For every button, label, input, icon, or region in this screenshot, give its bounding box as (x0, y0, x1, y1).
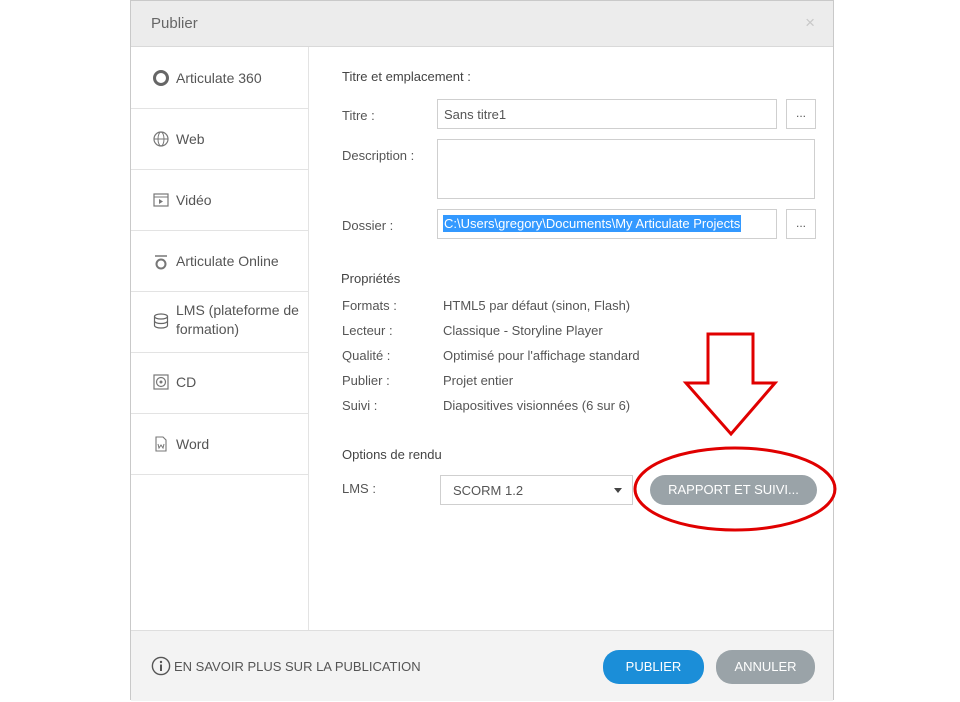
lms-select[interactable]: SCORM 1.2 (440, 475, 633, 505)
chevron-down-icon (614, 488, 622, 493)
sidebar-item-articulate-online[interactable]: Articulate Online (131, 231, 308, 292)
dialog-title: Publier (151, 15, 198, 32)
sidebar-item-articulate-360[interactable]: Articulate 360 (131, 47, 308, 109)
sidebar-item-web[interactable]: Web (131, 109, 308, 170)
formats-value[interactable]: HTML5 par défaut (sinon, Flash) (443, 298, 630, 313)
word-document-icon (155, 436, 167, 452)
sidebar-item-label: CD (176, 374, 197, 390)
title-input[interactable] (437, 99, 777, 129)
quality-label: Qualité : (342, 348, 391, 363)
info-icon (151, 656, 171, 676)
description-label: Description : (342, 148, 415, 163)
globe-icon (153, 131, 169, 147)
database-icon (153, 313, 169, 329)
report-tracking-button[interactable]: RAPPORT ET SUIVI... (650, 475, 817, 505)
title-location-heading: Titre et emplacement : (342, 69, 471, 84)
disc-icon (153, 374, 169, 390)
publish-scope-value[interactable]: Projet entier (443, 373, 513, 388)
articulate-360-icon (153, 70, 169, 86)
sidebar-item-cd[interactable]: CD (131, 353, 308, 414)
publish-target-sidebar: Articulate 360 Web Vidéo Articulate Onli… (131, 47, 309, 630)
properties-heading: Propriétés (341, 271, 401, 286)
articulate-online-icon (155, 255, 167, 270)
title-browse-button[interactable]: ... (786, 99, 816, 129)
cancel-button[interactable]: ANNULER (716, 650, 815, 684)
folder-input[interactable]: C:\Users\gregory\Documents\My Articulate… (437, 209, 777, 239)
lms-label: LMS : (342, 481, 376, 496)
sidebar-item-label: Word (176, 436, 210, 452)
folder-browse-button[interactable]: ... (786, 209, 816, 239)
title-label: Titre : (342, 108, 375, 123)
publish-button[interactable]: PUBLIER (603, 650, 704, 684)
close-icon[interactable]: × (805, 13, 815, 33)
learn-more-label: EN SAVOIR PLUS SUR LA PUBLICATION (174, 659, 421, 674)
lms-select-value: SCORM 1.2 (453, 483, 524, 498)
sidebar-item-word[interactable]: Word (131, 414, 308, 475)
dialog-footer: EN SAVOIR PLUS SUR LA PUBLICATION PUBLIE… (131, 630, 833, 701)
video-icon (153, 193, 169, 207)
publish-dialog: Publier × Articulate 360 Web Vidéo Artic… (130, 0, 834, 701)
tracking-label: Suivi : (342, 398, 378, 413)
render-options-heading: Options de rendu (342, 447, 442, 462)
sidebar-item-label: Vidéo (176, 192, 212, 208)
sidebar-item-label: LMS (plateforme de formation) (176, 302, 299, 337)
tracking-value[interactable]: Diapositives visionnées (6 sur 6) (443, 398, 630, 413)
description-input[interactable] (437, 139, 815, 199)
folder-path-text: C:\Users\gregory\Documents\My Articulate… (443, 215, 742, 232)
player-label: Lecteur : (342, 323, 393, 338)
sidebar-item-label: Web (176, 131, 205, 147)
sidebar-item-video[interactable]: Vidéo (131, 170, 308, 231)
folder-label: Dossier : (342, 218, 394, 233)
player-value[interactable]: Classique - Storyline Player (443, 323, 603, 338)
publish-settings-panel: Titre et emplacement : Titre : ... Descr… (309, 47, 834, 630)
sidebar-item-lms[interactable]: LMS (plateforme de formation) (131, 292, 308, 353)
sidebar-item-label: Articulate Online (176, 253, 279, 269)
dialog-titlebar: Publier × (131, 1, 833, 47)
publish-scope-label: Publier : (342, 373, 390, 388)
sidebar-item-label: Articulate 360 (176, 70, 262, 86)
formats-label: Formats : (342, 298, 397, 313)
quality-value[interactable]: Optimisé pour l'affichage standard (443, 348, 640, 363)
